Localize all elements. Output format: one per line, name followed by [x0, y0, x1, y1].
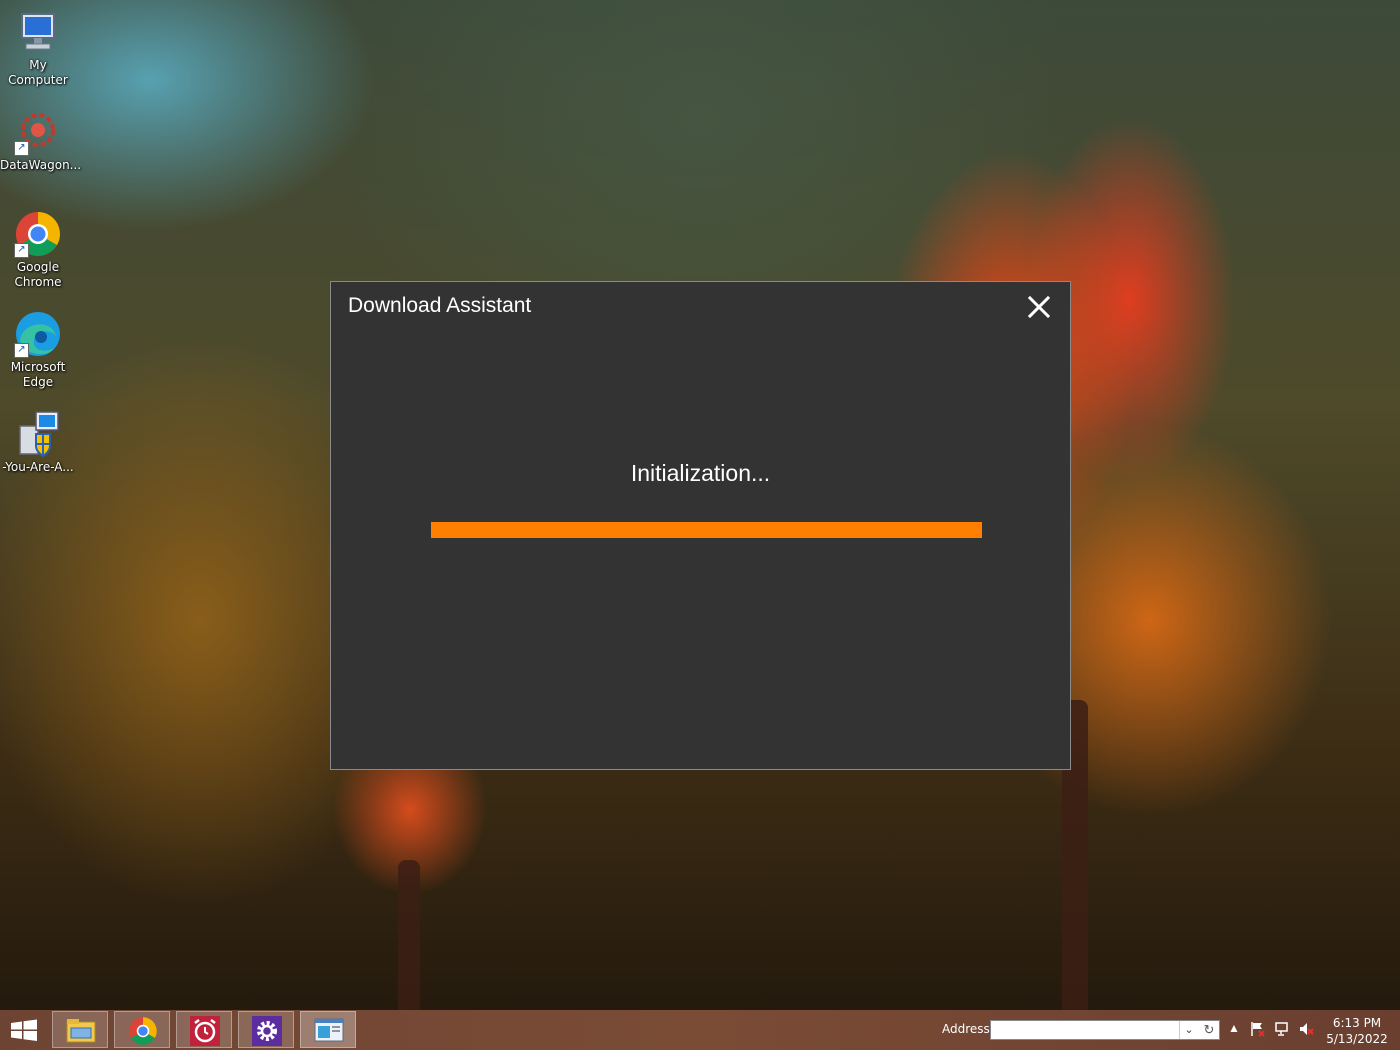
settings-icon [252, 1016, 282, 1046]
start-button[interactable] [0, 1010, 48, 1050]
shortcut-arrow-icon: ↗ [14, 141, 29, 156]
refresh-icon[interactable]: ↻ [1199, 1021, 1219, 1039]
desktop-icon-my-computer[interactable]: My Computer [0, 8, 76, 88]
system-clock[interactable]: 6:13 PM 5/13/2022 [1318, 1015, 1396, 1047]
dialog-title: Download Assistant [348, 294, 532, 317]
chrome-icon [129, 1017, 157, 1045]
taskbar-settings[interactable] [238, 1011, 294, 1048]
show-hidden-icons-chevron-up-icon[interactable]: ▲ [1228, 1021, 1240, 1035]
windows-logo-icon [11, 1019, 37, 1041]
address-bar: ⌄ ↻ [990, 1020, 1220, 1040]
shortcut-arrow-icon: ↗ [14, 343, 29, 358]
desktop-icon-label: Google [16, 260, 60, 274]
taskbar-alarms[interactable] [176, 1011, 232, 1048]
desktop-icon-google-chrome[interactable]: ↗ Google Chrome [0, 210, 76, 290]
file-explorer-icon [66, 1019, 96, 1043]
close-button[interactable] [1024, 292, 1054, 322]
shortcut-arrow-icon: ↗ [14, 243, 29, 258]
download-assistant-dialog: Download Assistant Initialization... [330, 281, 1071, 770]
desktop-icon-label: Chrome [14, 275, 62, 289]
installer-icon [14, 410, 62, 458]
desktop-icon-label: Computer [8, 73, 68, 87]
address-input[interactable] [993, 1022, 1179, 1038]
taskbar-active-window[interactable] [300, 1011, 356, 1048]
desktop-icon-label: My [29, 58, 47, 72]
close-icon [1027, 295, 1051, 319]
desktop-icon-label: Edge [22, 375, 54, 389]
window-app-icon [314, 1018, 344, 1042]
status-text: Initialization... [630, 460, 771, 486]
desktop-icon-label: -You-Are-A... [2, 460, 74, 474]
clock-date: 5/13/2022 [1326, 1032, 1388, 1046]
chrome-icon: ↗ [14, 210, 62, 258]
desktop-icon-datawagon[interactable]: ↗ DataWagon... [0, 108, 82, 173]
edge-icon: ↗ [14, 310, 62, 358]
taskbar: Address ⌄ ↻ ▲ 6:13 PM 5/13/2022 [0, 1010, 1400, 1050]
progress-bar [431, 522, 982, 538]
taskbar-chrome[interactable] [114, 1011, 170, 1048]
clock-time: 6:13 PM [1332, 1016, 1382, 1030]
address-label: Address [942, 1022, 990, 1036]
action-center-flag-icon[interactable] [1250, 1021, 1266, 1040]
chevron-down-icon[interactable]: ⌄ [1179, 1021, 1198, 1039]
alarm-clock-icon [190, 1016, 220, 1046]
desktop-icon-label: Microsoft [10, 360, 66, 374]
volume-muted-icon[interactable] [1298, 1021, 1314, 1040]
taskbar-file-explorer[interactable] [52, 1011, 108, 1048]
desktop-icon-microsoft-edge[interactable]: ↗ Microsoft Edge [0, 310, 76, 390]
desktop-icon-you-are-a[interactable]: -You-Are-A... [0, 410, 76, 475]
desktop: My Computer ↗ DataWagon... ↗ Google Chro… [0, 0, 1400, 1010]
progress-bar-fill [431, 522, 982, 538]
network-icon[interactable] [1274, 1021, 1290, 1040]
datawagon-icon: ↗ [14, 108, 62, 156]
desktop-icon-label: DataWagon... [0, 158, 82, 172]
computer-icon [14, 8, 62, 56]
